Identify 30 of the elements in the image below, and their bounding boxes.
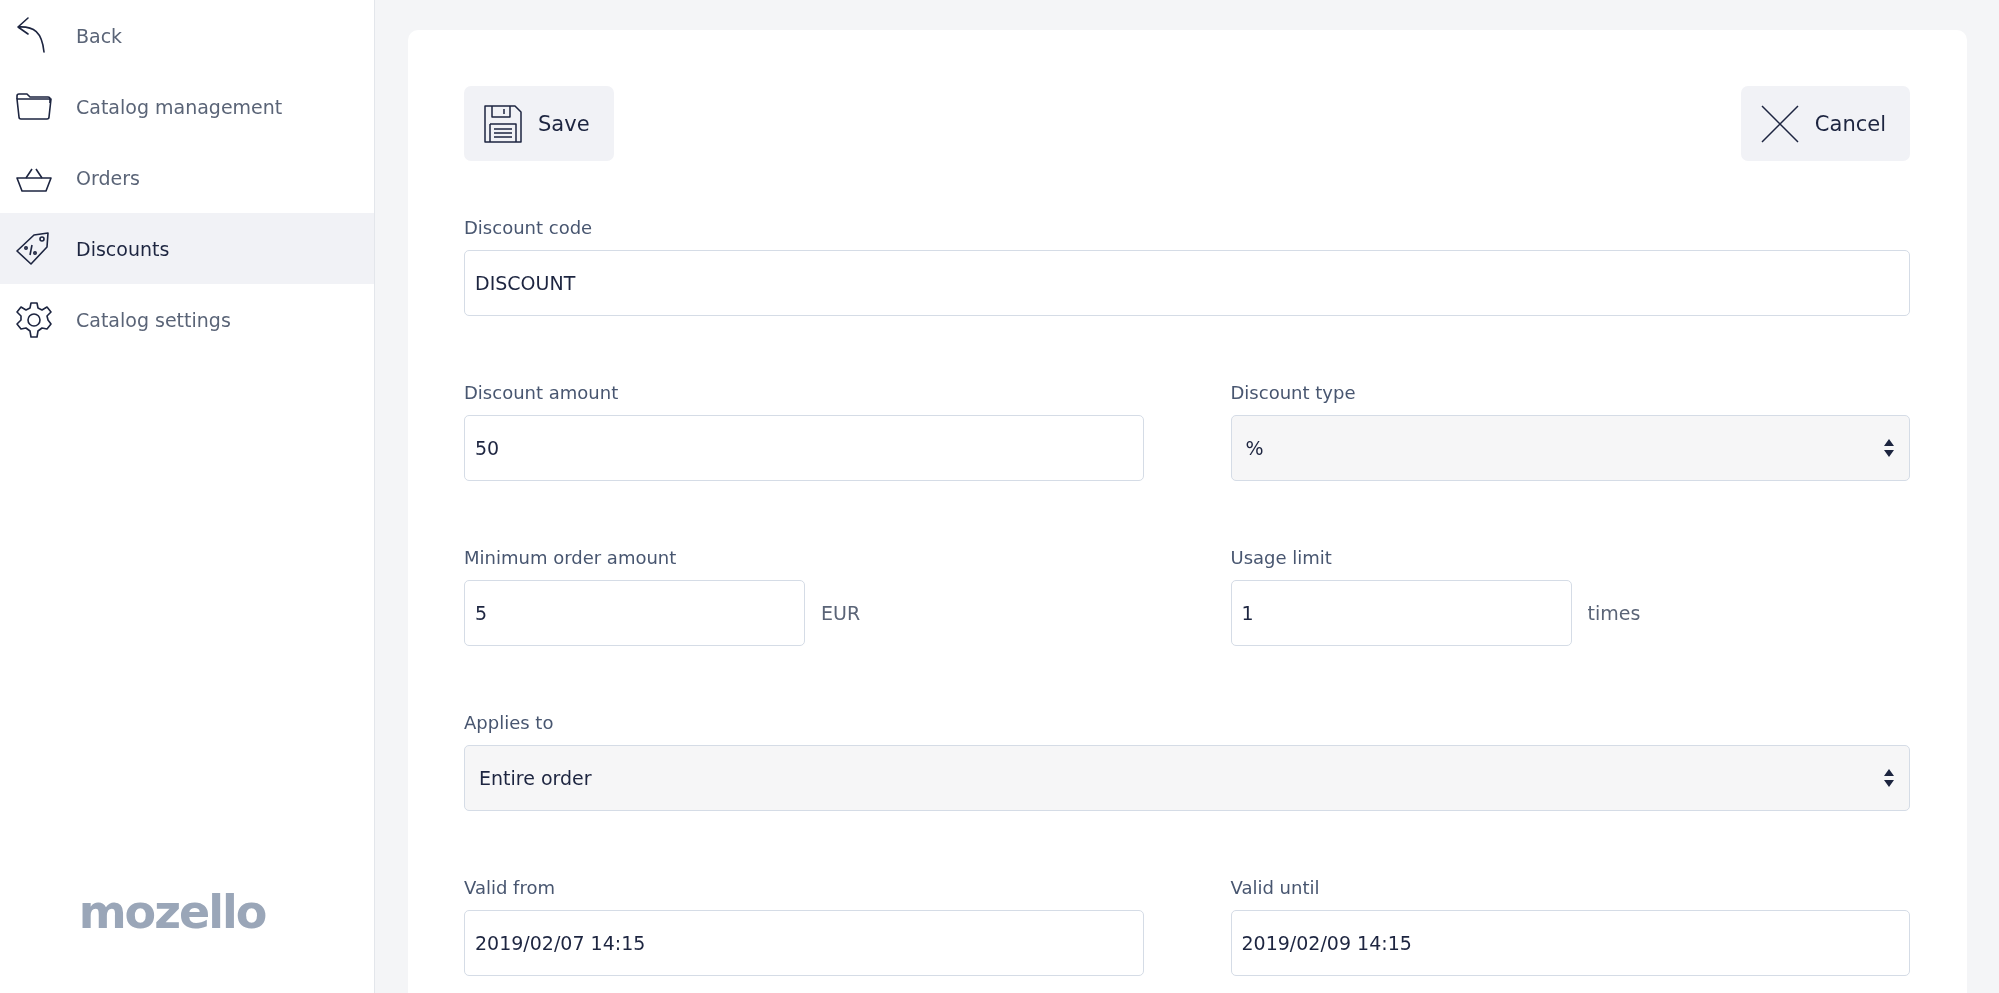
text-field[interactable]: 2019/02/07 14:15 (464, 910, 1144, 976)
up-down-arrows-icon (1883, 437, 1895, 459)
dropdown-field[interactable]: % (1230, 415, 1910, 481)
field-label: Usage limit (1230, 547, 1333, 568)
field-label: Discount code (464, 217, 594, 238)
field-label: Valid until (1230, 877, 1321, 898)
text-field[interactable]: 1 (1230, 580, 1572, 646)
sidebar-item[interactable]: Back (0, 0, 374, 71)
text-field[interactable]: 5 (464, 580, 805, 646)
close-icon (1758, 102, 1801, 145)
unit-label: EUR (821, 602, 861, 624)
text-field[interactable]: 50 (464, 415, 1144, 481)
unit-label: times (1587, 602, 1641, 624)
field-label: Minimum order amount (464, 547, 678, 568)
cancel-button[interactable]: Cancel (1740, 86, 1910, 161)
save-button[interactable]: Save (464, 86, 614, 161)
logo: mozello (78, 885, 266, 939)
dropdown-field[interactable]: Entire order (464, 745, 1910, 811)
field-label: Valid from (464, 877, 556, 898)
field-label: Discount amount (464, 382, 620, 403)
text-field[interactable]: DISCOUNT (464, 250, 1910, 316)
sidebar-item[interactable]: Discounts (0, 213, 374, 284)
up-down-arrows-icon (1883, 767, 1895, 789)
field-label: Applies to (464, 712, 555, 733)
field-label: Discount type (1230, 382, 1357, 403)
sidebar-item[interactable]: Orders (0, 142, 374, 213)
settings-icon (14, 299, 54, 340)
text-field[interactable]: 2019/02/09 14:15 (1230, 910, 1910, 976)
sidebar-item[interactable]: Catalog management (0, 71, 374, 142)
sidebar-item[interactable]: Catalog settings (0, 284, 374, 355)
